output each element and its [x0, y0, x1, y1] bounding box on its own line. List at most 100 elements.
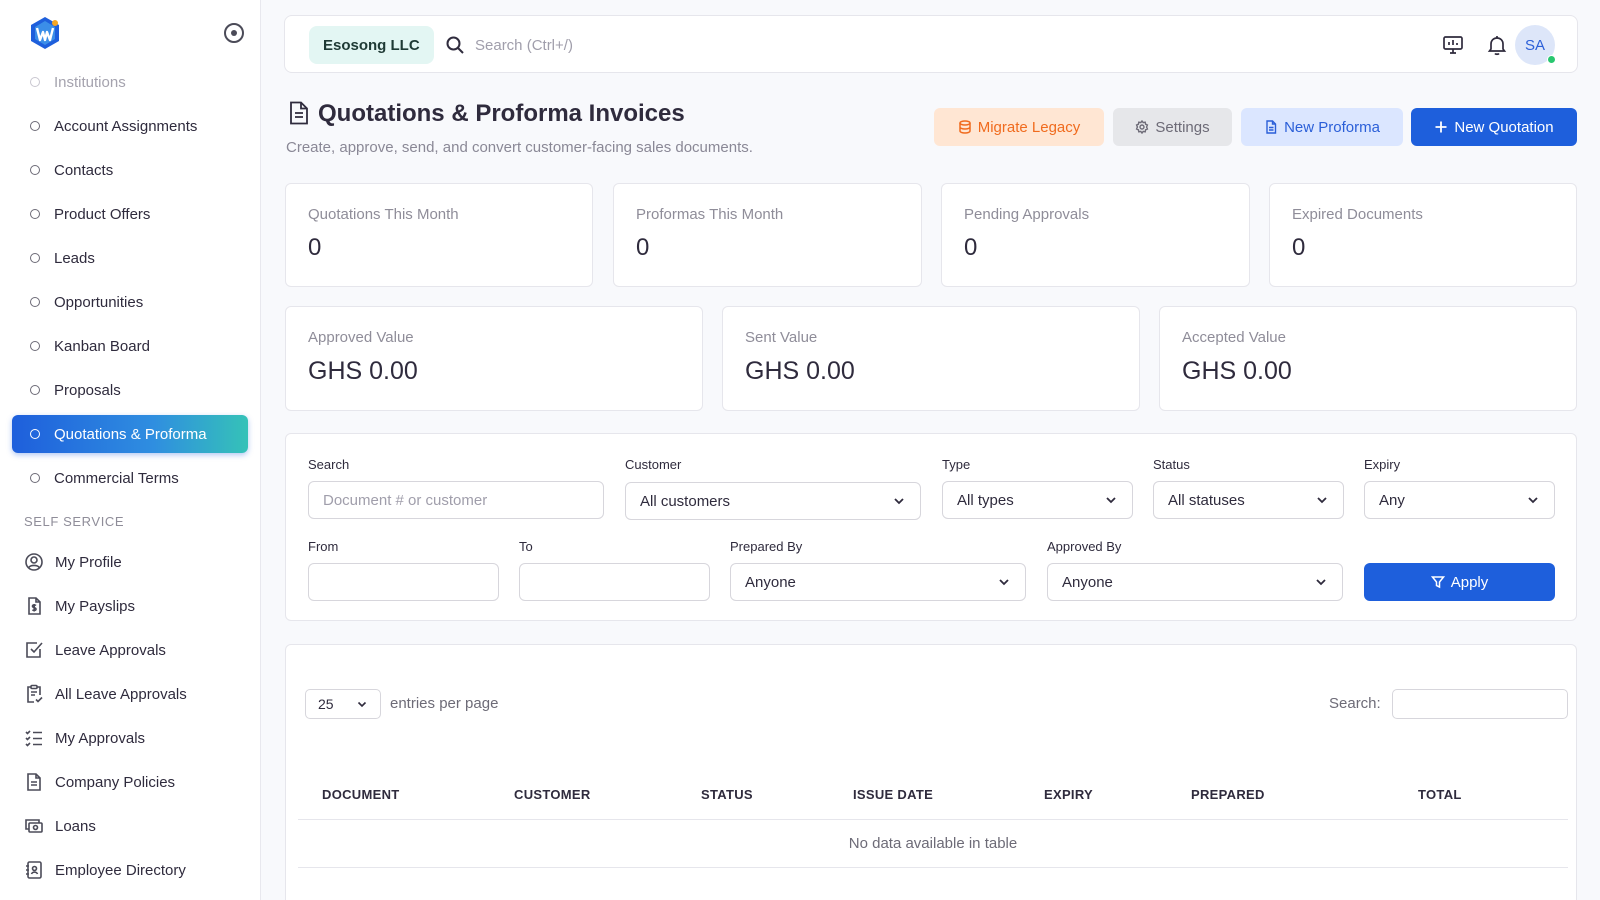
- bell-icon[interactable]: [1485, 33, 1509, 57]
- status-select[interactable]: All statuses: [1153, 481, 1344, 519]
- company-switcher[interactable]: Esosong LLC: [309, 26, 434, 64]
- table-search-input[interactable]: [1392, 689, 1568, 719]
- apply-label: Apply: [1450, 573, 1489, 591]
- page-title: Quotations & Proforma Invoices: [318, 100, 685, 127]
- chevron-down-icon: [357, 701, 367, 708]
- sidebar-item-employee-directory[interactable]: Employee Directory: [12, 851, 248, 889]
- column-header-total[interactable]: TOTAL: [1418, 787, 1462, 802]
- checklist-icon: [25, 730, 42, 747]
- settings-button[interactable]: Settings: [1113, 108, 1232, 146]
- page-subtitle: Create, approve, send, and convert custo…: [286, 139, 753, 156]
- sidebar-item-contacts[interactable]: Contacts: [12, 151, 248, 189]
- chevron-down-icon: [1317, 497, 1327, 504]
- value-amount: GHS 0.00: [745, 357, 855, 385]
- status-select-value: All statuses: [1168, 491, 1245, 509]
- table-search-label: Search:: [1329, 695, 1381, 712]
- sidebar-item-my-payslips[interactable]: My Payslips: [12, 587, 248, 625]
- stat-card-proformas: Proformas This Month 0: [613, 183, 922, 287]
- stat-card-pending-approvals: Pending Approvals 0: [941, 183, 1250, 287]
- column-header-customer[interactable]: CUSTOMER: [514, 787, 591, 802]
- sidebar-item-product-offers[interactable]: Product Offers: [12, 195, 248, 233]
- from-date-input[interactable]: [308, 563, 499, 601]
- sidebar-item-leads[interactable]: Leads: [12, 239, 248, 277]
- filter-panel: Search Customer All customers Type All t…: [285, 433, 1577, 621]
- migrate-legacy-button[interactable]: Migrate Legacy: [934, 108, 1104, 146]
- entries-per-page-select[interactable]: 25: [305, 689, 381, 719]
- column-header-prepared[interactable]: PREPARED: [1191, 787, 1265, 802]
- avatar[interactable]: SA: [1515, 25, 1556, 65]
- sidebar-item-account-assignments[interactable]: Account Assignments: [12, 107, 248, 145]
- column-header-issue-date[interactable]: ISSUE DATE: [853, 787, 933, 802]
- customer-select[interactable]: All customers: [625, 482, 921, 520]
- sidebar-item-quotations-proforma[interactable]: Quotations & Proforma: [12, 415, 248, 453]
- type-select[interactable]: All types: [942, 481, 1133, 519]
- stat-value: 0: [636, 234, 650, 261]
- table-header: DOCUMENT CUSTOMER STATUS ISSUE DATE EXPI…: [298, 770, 1568, 820]
- sidebar-item-my-approvals[interactable]: My Approvals: [12, 719, 248, 757]
- sidebar-item-opportunities[interactable]: Opportunities: [12, 283, 248, 321]
- value-label: Accepted Value: [1182, 329, 1286, 346]
- circle-icon: [30, 473, 40, 483]
- apply-filters-button[interactable]: Apply: [1364, 563, 1555, 601]
- chevron-down-icon: [1316, 579, 1326, 586]
- document-search-input[interactable]: [308, 481, 604, 519]
- sidebar-section-self-service: SELF SERVICE: [24, 513, 125, 529]
- stat-label: Expired Documents: [1292, 206, 1423, 223]
- sidebar-item-leave-approvals[interactable]: Leave Approvals: [12, 631, 248, 669]
- expiry-select[interactable]: Any: [1364, 481, 1555, 519]
- document-icon: [27, 773, 41, 791]
- approved-by-value: Anyone: [1062, 573, 1113, 591]
- sidebar-collapse-icon[interactable]: [224, 23, 244, 43]
- stat-value: 0: [964, 234, 978, 261]
- topbar: Esosong LLC SA: [284, 15, 1578, 73]
- sidebar-item-all-leave-approvals[interactable]: All Leave Approvals: [12, 675, 248, 713]
- checkbox-icon: [26, 642, 43, 658]
- sidebar-item-loans[interactable]: Loans: [12, 807, 248, 845]
- sidebar-item-label: Institutions: [54, 73, 126, 91]
- circle-icon: [30, 121, 40, 131]
- circle-icon: [30, 165, 40, 175]
- monitor-icon[interactable]: [1441, 33, 1465, 57]
- sidebar-item-company-policies[interactable]: Company Policies: [12, 763, 248, 801]
- settings-label: Settings: [1155, 118, 1210, 136]
- value-card-accepted: Accepted Value GHS 0.00: [1159, 306, 1577, 411]
- new-quotation-button[interactable]: New Quotation: [1411, 108, 1577, 146]
- stat-card-quotations: Quotations This Month 0: [285, 183, 593, 287]
- column-header-expiry[interactable]: EXPIRY: [1044, 787, 1093, 802]
- new-proforma-label: New Proforma: [1284, 118, 1380, 136]
- column-header-status[interactable]: STATUS: [701, 787, 753, 802]
- filter-icon: [1430, 576, 1445, 589]
- type-filter-label: Type: [942, 457, 971, 472]
- payslip-icon: [28, 597, 41, 615]
- column-header-document[interactable]: DOCUMENT: [322, 787, 400, 802]
- sidebar-item-label: Product Offers: [54, 205, 151, 223]
- stat-value: 0: [1292, 234, 1306, 261]
- sidebar-item-commercial-terms[interactable]: Commercial Terms: [12, 459, 248, 497]
- clipboard-icon: [27, 684, 43, 703]
- sidebar-item-kanban-board[interactable]: Kanban Board: [12, 327, 248, 365]
- entries-value: 25: [318, 696, 334, 712]
- approved-by-select[interactable]: Anyone: [1047, 563, 1343, 601]
- global-search-input[interactable]: [475, 30, 875, 60]
- app-logo[interactable]: [28, 16, 62, 50]
- circle-icon: [30, 253, 40, 263]
- value-label: Approved Value: [308, 329, 414, 346]
- to-date-input[interactable]: [519, 563, 710, 601]
- sidebar-item-institutions[interactable]: Institutions: [12, 63, 248, 101]
- value-card-approved: Approved Value GHS 0.00: [285, 306, 703, 411]
- circle-icon: [30, 209, 40, 219]
- approved-by-label: Approved By: [1047, 539, 1122, 554]
- to-date-label: To: [519, 539, 533, 554]
- customer-filter-label: Customer: [625, 457, 682, 472]
- sidebar-item-proposals[interactable]: Proposals: [12, 371, 248, 409]
- prepared-by-select[interactable]: Anyone: [730, 563, 1026, 601]
- sidebar-item-my-profile[interactable]: My Profile: [12, 543, 248, 581]
- chevron-down-icon: [999, 579, 1009, 586]
- file-invoice-icon: [290, 101, 308, 125]
- new-proforma-button[interactable]: New Proforma: [1241, 108, 1403, 146]
- stat-card-expired: Expired Documents 0: [1269, 183, 1577, 287]
- stat-value: 0: [308, 234, 322, 261]
- address-book-icon: [26, 861, 42, 879]
- sidebar-nav: Institutions Account Assignments Contact…: [12, 63, 248, 895]
- sidebar-item-label: Employee Directory: [55, 861, 186, 879]
